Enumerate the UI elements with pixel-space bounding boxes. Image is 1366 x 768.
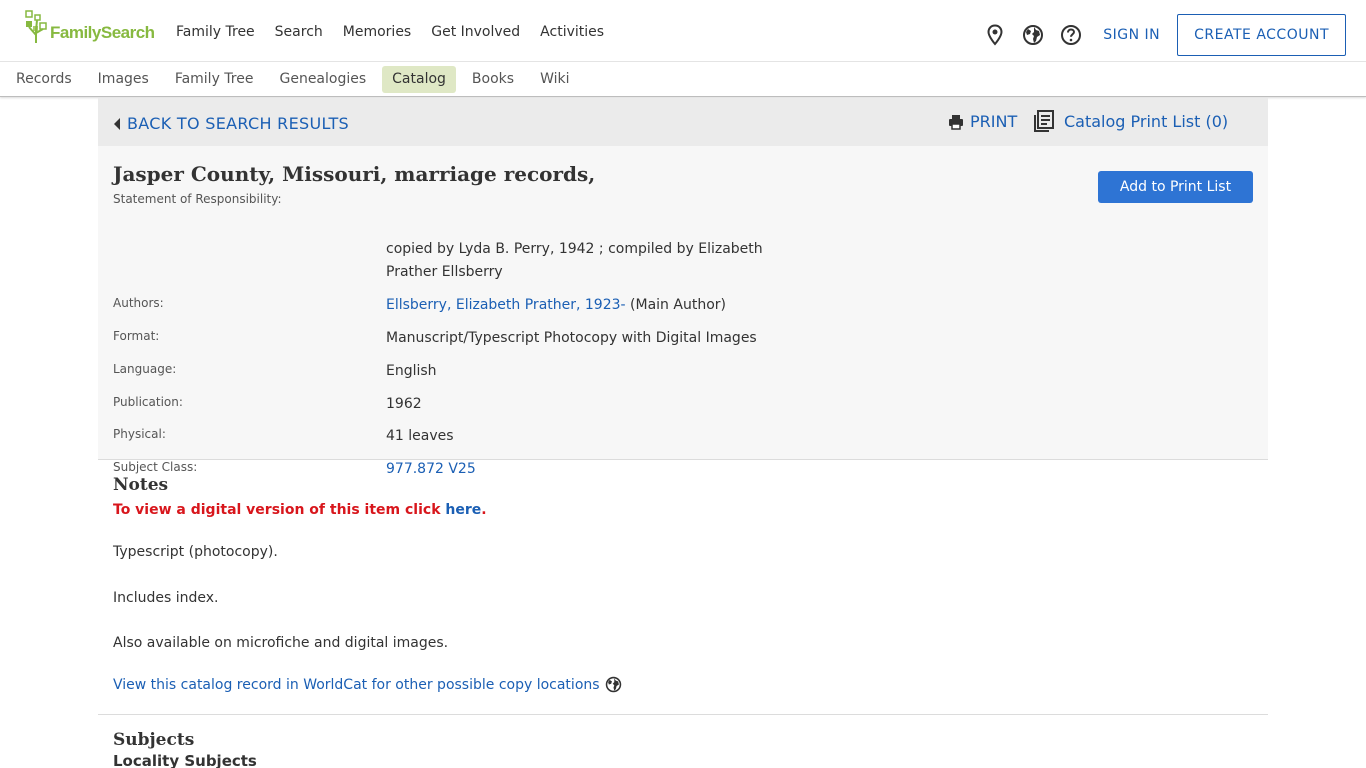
authors-label: Authors:	[113, 296, 164, 310]
format-label: Format:	[113, 329, 160, 343]
help-icon[interactable]	[1059, 23, 1083, 47]
top-header: FamilySearch Family Tree Search Memories…	[0, 0, 1366, 62]
logo-text: FamilySearch	[50, 23, 155, 42]
author-role: (Main Author)	[625, 297, 726, 313]
section-divider	[98, 714, 1268, 715]
globe-icon	[605, 676, 621, 693]
subnav-genealogies[interactable]: Genealogies	[269, 66, 376, 93]
nav-family-tree[interactable]: Family Tree	[176, 24, 255, 40]
nav-activities[interactable]: Activities	[540, 24, 604, 40]
print-list-icon	[1034, 110, 1054, 132]
physical-label: Physical:	[113, 427, 166, 441]
subjects-section: Subjects	[113, 730, 194, 750]
subnav-images[interactable]: Images	[88, 66, 159, 93]
record-details: Jasper County, Missouri, marriage record…	[98, 146, 1268, 477]
subnav-records[interactable]: Records	[6, 66, 82, 93]
locality-subjects-heading: Locality Subjects	[113, 752, 257, 768]
record-title: Jasper County, Missouri, marriage record…	[113, 162, 596, 186]
subnav-books[interactable]: Books	[462, 66, 524, 93]
worldcat-link[interactable]: View this catalog record in WorldCat for…	[113, 676, 622, 693]
publication-label: Publication:	[113, 395, 183, 409]
digital-version-text: To view a digital version of this item c…	[113, 502, 446, 518]
format-value: Manuscript/Typescript Photocopy with Dig…	[386, 330, 757, 346]
note-line-3: Also available on microfiche and digital…	[113, 635, 449, 651]
subject-class-link[interactable]: 977.872 V25	[386, 461, 476, 477]
main-nav: Family Tree Search Memories Get Involved…	[176, 24, 624, 40]
responsibility-label: Statement of Responsibility:	[113, 192, 282, 206]
author-link[interactable]: Ellsberry, Elizabeth Prather, 1923-	[386, 297, 626, 313]
note-line-1: Typescript (photocopy).	[113, 544, 278, 560]
authors-value: Ellsberry, Elizabeth Prather, 1923- (Mai…	[386, 294, 726, 317]
record-action-bar: BACK TO SEARCH RESULTS PRINT Catalog Pri…	[98, 98, 1268, 146]
publication-value: 1962	[386, 396, 422, 412]
responsibility-value: copied by Lyda B. Perry, 1942 ; compiled…	[386, 241, 763, 280]
catalog-record-container: BACK TO SEARCH RESULTS PRINT Catalog Pri…	[98, 98, 1268, 768]
catalog-print-list-link[interactable]: Catalog Print List (0)	[1034, 110, 1228, 132]
subjects-heading: Subjects	[113, 730, 195, 750]
note-line-2: Includes index.	[113, 590, 219, 606]
add-to-print-list-button[interactable]: Add to Print List	[1098, 171, 1253, 203]
subnav-catalog[interactable]: Catalog	[382, 66, 456, 93]
family-tree-logo-icon	[25, 10, 47, 43]
location-pin-icon[interactable]	[983, 23, 1007, 47]
familysearch-logo[interactable]: FamilySearch	[24, 9, 155, 45]
digital-version-notice: To view a digital version of this item c…	[113, 499, 487, 518]
nav-memories[interactable]: Memories	[343, 24, 411, 40]
notes-section: Notes	[113, 475, 168, 495]
back-to-search-results-link[interactable]: BACK TO SEARCH RESULTS	[114, 114, 349, 133]
subject-class-value: 977.872 V25	[386, 458, 476, 481]
language-value: English	[386, 363, 437, 379]
notes-heading: Notes	[113, 475, 169, 495]
create-account-button[interactable]: CREATE ACCOUNT	[1177, 14, 1346, 56]
sign-in-link[interactable]: SIGN IN	[1103, 27, 1160, 43]
worldcat-label: View this catalog record in WorldCat for…	[113, 676, 600, 693]
search-subnav: Records Images Family Tree Genealogies C…	[0, 62, 1366, 97]
nav-search[interactable]: Search	[275, 24, 323, 40]
physical-value: 41 leaves	[386, 428, 454, 444]
subnav-family-tree[interactable]: Family Tree	[165, 66, 264, 93]
digital-version-period: .	[481, 502, 487, 518]
globe-icon[interactable]	[1021, 23, 1045, 47]
language-label: Language:	[113, 362, 177, 376]
printer-icon	[949, 114, 963, 130]
nav-get-involved[interactable]: Get Involved	[431, 24, 520, 40]
caret-left-icon	[114, 117, 120, 130]
back-label: BACK TO SEARCH RESULTS	[127, 114, 349, 133]
subnav-wiki[interactable]: Wiki	[530, 66, 579, 93]
digital-version-here-link[interactable]: here	[445, 502, 481, 518]
header-actions: SIGN IN CREATE ACCOUNT	[969, 14, 1346, 56]
print-label: PRINT	[970, 112, 1018, 131]
print-list-label: Catalog Print List (0)	[1064, 111, 1229, 131]
subject-class-label: Subject Class:	[113, 460, 198, 474]
print-link[interactable]: PRINT	[948, 112, 1017, 131]
